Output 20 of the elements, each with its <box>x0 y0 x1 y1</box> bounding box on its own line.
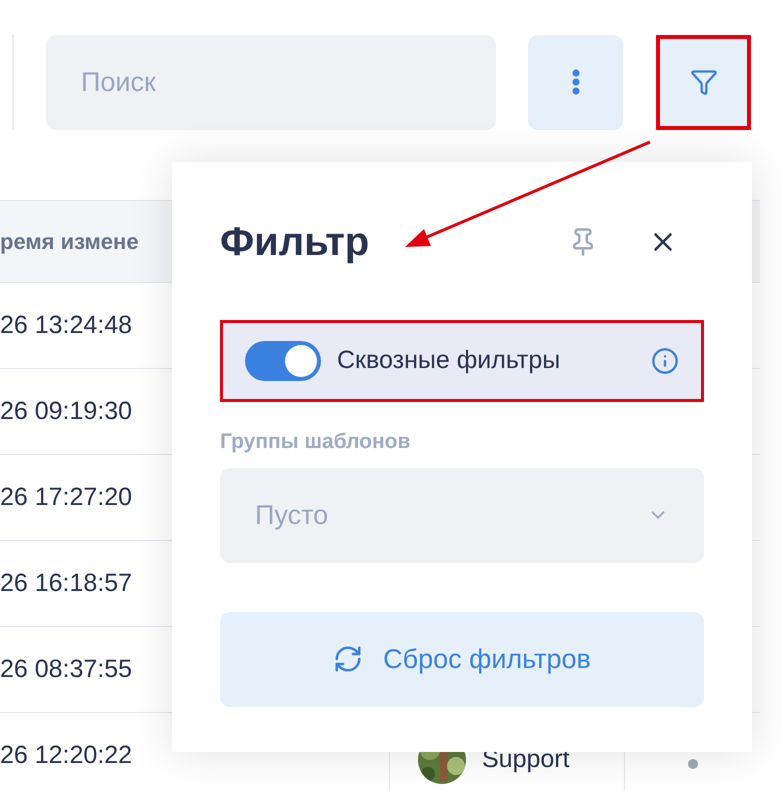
user-name: Support <box>482 744 570 775</box>
info-icon[interactable] <box>651 347 679 375</box>
filter-icon <box>690 68 718 96</box>
table-cell-text: 26 12:20:22 <box>0 740 132 771</box>
column-header: ремя измене <box>0 228 139 256</box>
table-cell-text: 26 16:18:57 <box>0 568 132 599</box>
table-cell-text: 26 08:37:55 <box>0 654 132 685</box>
more-icon <box>572 69 580 95</box>
refresh-icon <box>333 644 364 674</box>
toggle-label: Сквозные фильтры <box>337 345 560 376</box>
table-cell-text: 26 13:24:48 <box>0 310 132 341</box>
toggle-switch[interactable] <box>245 341 321 381</box>
table-cell-text: 26 17:27:20 <box>0 482 132 513</box>
reset-button[interactable]: Сброс фильтров <box>220 612 704 706</box>
search-field[interactable]: Поиск <box>46 34 496 130</box>
table-cell-text: 26 09:19:30 <box>0 396 132 427</box>
select-field[interactable]: Пусто <box>220 468 704 562</box>
select-placeholder: Пусто <box>255 498 328 532</box>
field-label: Группы шаблонов <box>220 429 412 455</box>
panel-title: Фильтр <box>220 219 370 266</box>
